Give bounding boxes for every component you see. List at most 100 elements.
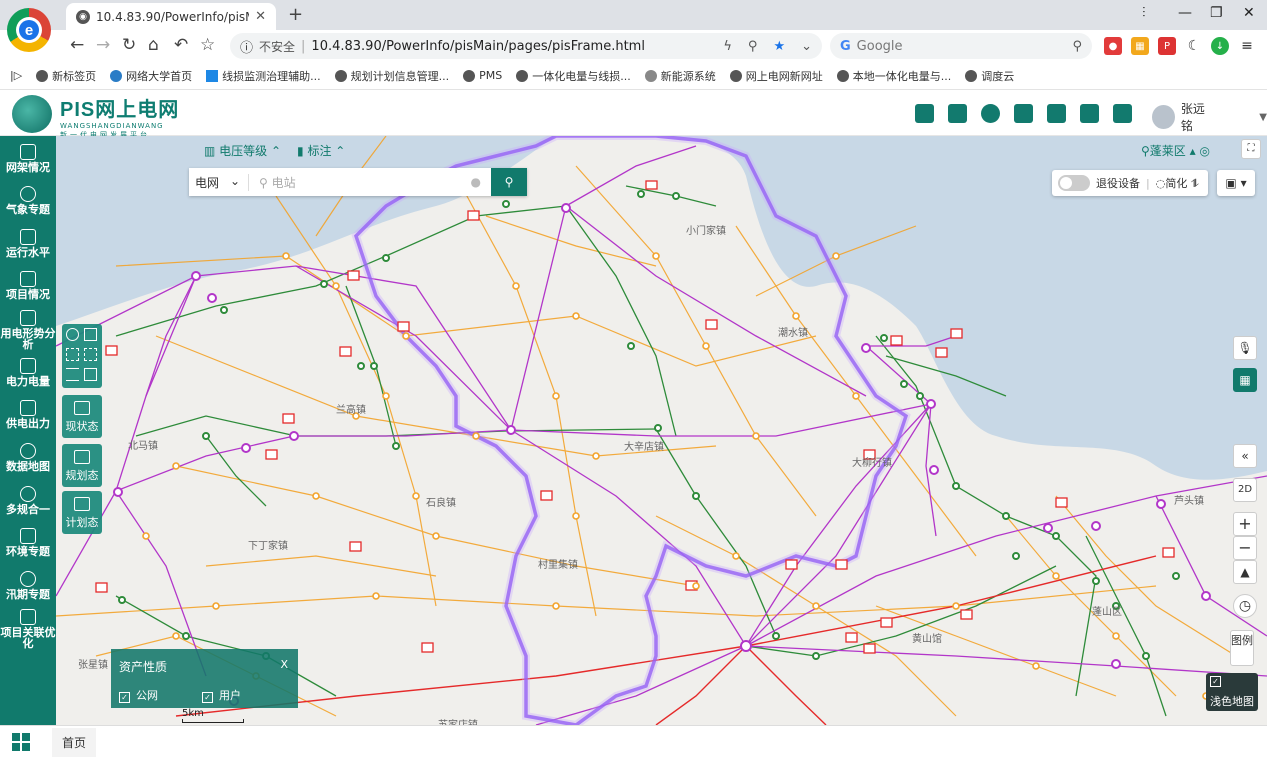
night-mode-icon[interactable]: ☾	[1185, 37, 1203, 55]
url-field[interactable]: ⓘ 不安全 | 10.4.83.90/PowerInfo/pisMain/pag…	[230, 33, 822, 59]
annotation-dropdown[interactable]: ▮ 标注 ⌃	[297, 142, 345, 159]
locate-icon[interactable]	[66, 328, 79, 341]
lightning-icon[interactable]: ϟ	[723, 39, 732, 54]
eye-icon[interactable]: ◎	[1199, 144, 1209, 158]
new-tab-button[interactable]: +	[288, 4, 303, 25]
microphone-button[interactable]: 🎙	[1233, 336, 1257, 360]
chevron-down-icon[interactable]: ⌄	[801, 39, 812, 54]
pdf-icon[interactable]: P	[1158, 37, 1176, 55]
grid-view-button[interactable]: ▦	[1233, 368, 1257, 392]
minimize-button[interactable]: —	[1178, 5, 1192, 21]
retire-toggle[interactable]	[1058, 175, 1090, 191]
extension-icon[interactable]: ●	[1104, 37, 1122, 55]
bookmark-item[interactable]: 本地一体化电量与...	[836, 68, 951, 84]
report-icon[interactable]	[1080, 104, 1099, 123]
expand-icon[interactable]	[84, 348, 97, 361]
bookmark-item[interactable]: PMS	[463, 69, 502, 82]
grid-icon[interactable]	[84, 368, 97, 381]
legend-button[interactable]: 图例	[1230, 630, 1254, 666]
public-grid-checkbox[interactable]: ✓ 公网	[119, 687, 158, 703]
sidebar-item-multiplan[interactable]: 多规合一	[0, 486, 56, 515]
current-state-button[interactable]: 现状态	[62, 395, 102, 438]
sidebar-item-weather[interactable]: 气象专题	[0, 186, 56, 215]
sidebar-item-consumption[interactable]: 用电形势分析	[0, 310, 56, 350]
bookmark-star-icon[interactable]: ☆	[200, 35, 215, 55]
download-icon[interactable]: ↓	[1211, 37, 1229, 55]
sidebar-item-environment[interactable]: 环境专题	[0, 528, 56, 557]
browser-tab[interactable]: ◉ 10.4.83.90/PowerInfo/pisMain/ ✕	[66, 3, 276, 30]
place-label: 苏家店镇	[438, 716, 478, 725]
voltage-level-dropdown[interactable]: ▥ 电压等级 ⌃	[204, 142, 281, 159]
apps-grid-icon[interactable]	[12, 733, 30, 751]
home-icon[interactable]: ⌂	[148, 35, 159, 55]
sidebar-item-datamap[interactable]: 数据地图	[0, 443, 56, 472]
tab-search-icon[interactable]: ⫶	[1142, 5, 1146, 21]
clock-icon[interactable]: ◷	[1233, 594, 1257, 618]
search-button[interactable]: ⚲	[491, 168, 527, 196]
map-canvas[interactable]	[56, 136, 1267, 725]
globe-icon	[729, 69, 742, 82]
sidebar-item-grid[interactable]: 网架情况	[0, 144, 56, 173]
undo-icon[interactable]: ↶	[174, 35, 188, 55]
user-menu[interactable]: 张远铭 ▼	[1152, 100, 1267, 134]
chat-icon[interactable]	[948, 104, 967, 123]
sidebar-item-projects[interactable]: 项目情况	[0, 271, 56, 300]
bookmark-item[interactable]: 调度云	[965, 68, 1014, 84]
maximize-button[interactable]: ❐	[1210, 5, 1223, 21]
browser-search-field[interactable]: G Google ⚲	[830, 33, 1092, 59]
bookmark-item[interactable]: 新标签页	[36, 68, 96, 84]
close-tab-icon[interactable]: ✕	[255, 9, 266, 24]
close-icon[interactable]: X	[280, 658, 288, 671]
sidebar-item-supply[interactable]: 供电出力	[0, 400, 56, 429]
address-bar: ← → ↻ ⌂ ↶ ☆ ⓘ 不安全 | 10.4.83.90/PowerInfo…	[0, 30, 1267, 62]
clipboard-icon[interactable]	[1113, 104, 1132, 123]
wave-icon[interactable]	[66, 368, 79, 381]
bookmark-item[interactable]: 一体化电量与线损...	[516, 68, 631, 84]
announcement-icon[interactable]	[1014, 104, 1033, 123]
select-icon[interactable]	[66, 348, 79, 361]
map-search: 电网 ⌄ ⚲ 电站 ● ⚲	[189, 168, 527, 196]
plan-state-button[interactable]: 计划态	[62, 491, 102, 534]
bookmark-item[interactable]: 新能源系统	[644, 68, 716, 84]
zoom-out-button[interactable]: −	[1233, 536, 1257, 560]
back-icon[interactable]: ←	[70, 35, 84, 55]
home-tab[interactable]: 首页	[52, 727, 97, 757]
forward-icon[interactable]: →	[96, 35, 110, 55]
sidebar-item-power[interactable]: 电力电量	[0, 358, 56, 387]
fullscreen-button[interactable]: ⛶	[1241, 139, 1261, 159]
bookmark-item[interactable]: 网上电网新网址	[729, 68, 823, 84]
2d-toggle-button[interactable]: 2D	[1233, 478, 1257, 502]
bookmark-item[interactable]: 线损监测治理辅助...	[206, 68, 321, 84]
collapse-panel-button[interactable]: «	[1233, 444, 1257, 468]
close-window-button[interactable]: ✕	[1243, 5, 1255, 21]
compass-icon[interactable]: ▲	[1233, 560, 1257, 584]
sidebar-item-project-link[interactable]: 项目关联优化	[0, 609, 56, 649]
reload-icon[interactable]: ↻	[122, 35, 136, 55]
simplify-button[interactable]: ◌简化 ⥮	[1156, 175, 1199, 191]
zoom-icon[interactable]: ⚲	[748, 39, 758, 54]
user-checkbox[interactable]: ✓ 用户	[202, 687, 241, 703]
info-icon[interactable]	[981, 104, 1000, 123]
zoom-in-button[interactable]: +	[1233, 512, 1257, 536]
bookmark-item[interactable]: 网络大学首页	[110, 68, 192, 84]
document-icon[interactable]	[915, 104, 934, 123]
measure-icon[interactable]	[84, 328, 97, 341]
apps-icon[interactable]: ▦	[1131, 37, 1149, 55]
grid-map[interactable]: 兰高镇 北马镇 下丁家镇 石良镇 村里集镇 大辛店镇 小门家镇 潮水镇 大柳行镇…	[56, 136, 1267, 725]
bookmark-item[interactable]: 规划计划信息管理...	[334, 68, 449, 84]
sidebar-item-operation[interactable]: 运行水平	[0, 229, 56, 258]
globe-icon	[516, 69, 529, 82]
clear-icon[interactable]: ●	[471, 175, 481, 189]
region-selector[interactable]: ⚲蓬莱区 ▴ ◎	[1141, 142, 1210, 159]
building-icon[interactable]	[1047, 104, 1066, 123]
sidebar-item-flood[interactable]: 汛期专题	[0, 571, 56, 600]
layer-dropdown[interactable]: ▣ ▾	[1217, 170, 1255, 196]
station-search-input[interactable]: ⚲ 电站	[249, 174, 471, 191]
basemap-switch[interactable]: ✓ 浅色地图	[1206, 673, 1258, 711]
search-icon[interactable]: ⚲	[1072, 39, 1082, 54]
sidebar-toggle-icon[interactable]: |▷	[10, 69, 22, 82]
favorite-star-icon[interactable]: ★	[773, 39, 785, 54]
planning-state-button[interactable]: 规划态	[62, 444, 102, 487]
search-type-select[interactable]: 电网 ⌄	[189, 173, 249, 191]
menu-icon[interactable]: ≡	[1238, 37, 1256, 55]
